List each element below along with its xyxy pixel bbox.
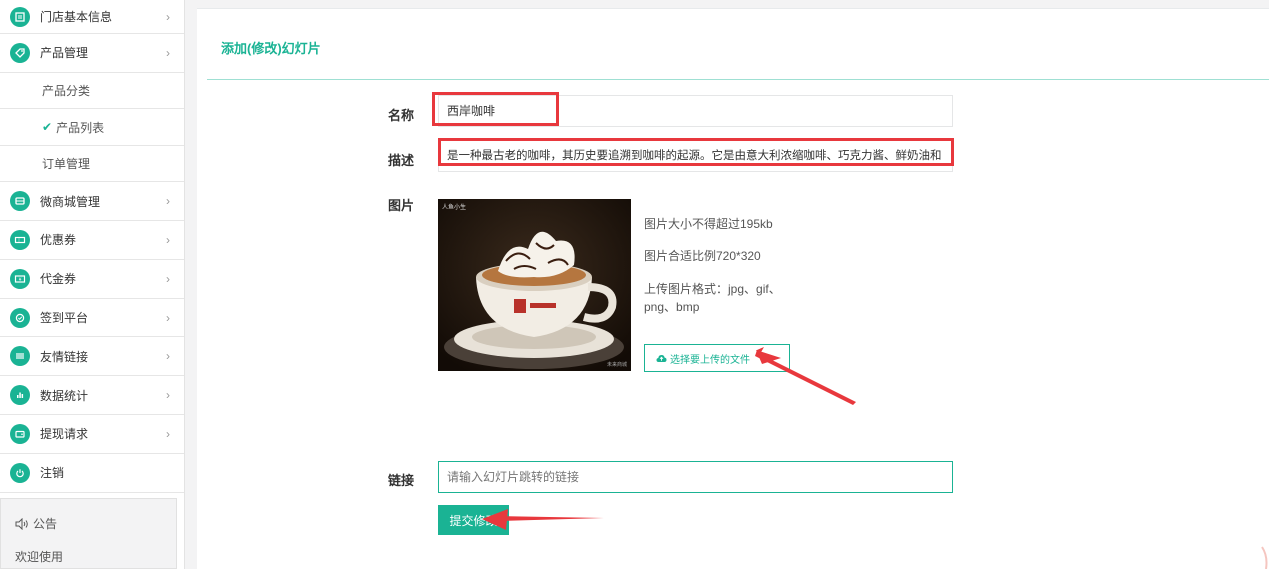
hint-size: 图片大小不得超过195kb	[644, 217, 773, 231]
sidebar-item-coupon[interactable]: 优惠券 ›	[0, 221, 184, 260]
chart-icon	[10, 385, 30, 406]
sidebar-item-logout[interactable]: 注销	[0, 454, 184, 493]
notice-panel: 公告 欢迎使用	[0, 498, 177, 569]
main-panel: 添加(修改)幻灯片 名称 西岸咖啡 描述 是一种最古老的咖啡，其历史要追溯到咖啡…	[197, 8, 1269, 569]
sidebar-subitem-label: 订单管理	[42, 157, 91, 172]
sidebar-item-label: 提现请求	[40, 427, 89, 442]
hint-ratio: 图片合适比例720*320	[644, 249, 761, 263]
desc-label: 描述	[388, 153, 415, 168]
name-label: 名称	[388, 108, 415, 123]
chevron-right-icon: ›	[166, 349, 170, 364]
sidebar-item-checkin[interactable]: 签到平台 ›	[0, 299, 184, 338]
chevron-right-icon: ›	[166, 45, 170, 60]
sidebar-item-label: 门店基本信息	[40, 10, 113, 24]
chevron-right-icon: ›	[166, 426, 170, 441]
sidebar-item-label: 微商城管理	[40, 194, 101, 209]
cloud-upload-icon	[656, 354, 667, 362]
svg-text:¥: ¥	[19, 277, 22, 283]
coffee-cup-picture	[438, 199, 631, 371]
sidebar-item-links[interactable]: 友情链接 ›	[0, 337, 184, 377]
coupon-icon	[10, 229, 30, 250]
sidebar-subitem-orders[interactable]: 订单管理	[0, 146, 184, 183]
hint-format-cont: png、bmp	[644, 300, 700, 314]
submit-button-label: 提交修改	[449, 513, 498, 528]
link-input[interactable]	[438, 461, 953, 493]
sidebar-item-label: 优惠券	[40, 233, 77, 248]
sidebar-item-stats[interactable]: 数据统计 ›	[0, 376, 184, 416]
chevron-right-icon: ›	[166, 194, 170, 209]
tag-icon	[10, 42, 30, 63]
sidebar-item-label: 代金券	[40, 272, 77, 287]
chevron-right-icon: ›	[166, 232, 170, 247]
link-icon	[10, 346, 30, 367]
name-input[interactable]: 西岸咖啡	[438, 95, 953, 127]
sidebar-item-label: 产品管理	[40, 46, 89, 61]
sidebar-item-voucher[interactable]: ¥ 代金券 ›	[0, 260, 184, 299]
sidebar-subitem-product-list[interactable]: ✔ 产品列表	[0, 109, 184, 146]
sidebar-item-label: 友情链接	[40, 349, 89, 364]
sidebar-item-label: 注销	[40, 466, 65, 481]
upload-button-label: 选择要上传的文件	[670, 354, 750, 366]
check-icon: ✔	[42, 120, 53, 135]
upload-file-button[interactable]: 选择要上传的文件	[644, 344, 790, 372]
voucher-icon: ¥	[10, 268, 30, 289]
checkin-icon	[10, 307, 30, 328]
power-icon	[10, 462, 30, 483]
chevron-right-icon: ›	[166, 9, 170, 24]
sidebar-subitem-label: 产品分类	[42, 84, 91, 99]
sidebar: 门店基本信息 › 产品管理 › 产品分类 ✔ 产品列表 订单管理 微商城管理 ›…	[0, 0, 185, 569]
coffee-image: 人鱼小生 未来商城	[438, 199, 631, 371]
hint-format: 上传图片格式：jpg、gif、	[644, 282, 781, 296]
notice-title: 公告	[33, 517, 58, 531]
image-label: 图片	[388, 198, 415, 213]
image-watermark-corner: 未来商城	[606, 362, 627, 368]
chevron-right-icon: ›	[166, 388, 170, 403]
shop-icon	[10, 191, 30, 212]
store-icon	[10, 6, 30, 27]
image-watermark: 人鱼小生	[442, 205, 467, 211]
speaker-icon	[15, 517, 28, 530]
sidebar-subitem-product-category[interactable]: 产品分类	[0, 73, 184, 110]
sidebar-item-label: 数据统计	[40, 388, 89, 403]
sidebar-item-label: 签到平台	[40, 311, 89, 326]
chevron-right-icon: ›	[166, 271, 170, 286]
sidebar-item-withdraw[interactable]: 提现请求 ›	[0, 415, 184, 454]
page-title: 添加(修改)幻灯片	[221, 41, 321, 56]
sidebar-subitem-label: 产品列表	[56, 120, 105, 135]
notice-header: 公告	[1, 499, 176, 532]
desc-input[interactable]: 是一种最古老的咖啡，其历史要追溯到咖啡的起源。它是由意大利浓缩咖啡、巧克力酱、鲜…	[438, 140, 953, 172]
sidebar-item-shop[interactable]: 微商城管理 ›	[0, 182, 184, 222]
wallet-icon	[10, 423, 30, 444]
link-label: 链接	[388, 473, 415, 488]
submit-button[interactable]: 提交修改	[438, 505, 509, 535]
sidebar-item-products[interactable]: 产品管理 ›	[0, 34, 184, 73]
notice-body: 欢迎使用	[15, 550, 64, 564]
chevron-right-icon: ›	[166, 310, 170, 325]
sidebar-item-store-info[interactable]: 门店基本信息 ›	[0, 0, 184, 34]
title-divider	[207, 79, 1269, 80]
